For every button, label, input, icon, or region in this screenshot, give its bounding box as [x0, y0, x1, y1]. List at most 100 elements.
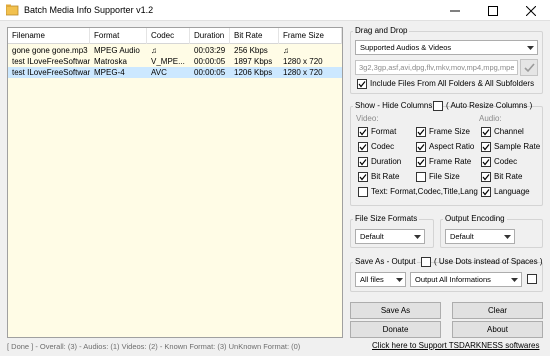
- auto-resize-checkbox[interactable]: [433, 101, 443, 111]
- table-row-selected[interactable]: test ILoveFreeSoftware... MPEG-4 AVC 00:…: [8, 67, 342, 78]
- support-link[interactable]: Click here to Support TSDARKNESS softwar…: [372, 341, 539, 350]
- channel-checkbox[interactable]: [481, 127, 491, 137]
- checkmark-icon: [482, 189, 490, 196]
- cell-frame-size: 1280 x 720: [283, 57, 323, 66]
- columns-title: Show - Hide Columns: [353, 101, 435, 111]
- chevron-down-icon: [504, 235, 511, 239]
- minimize-button[interactable]: [436, 0, 474, 21]
- format-checkbox[interactable]: [358, 127, 368, 137]
- checkmark-icon: [524, 63, 535, 73]
- bit-rate-checkbox[interactable]: [358, 172, 368, 182]
- cell-format: Matroska: [94, 57, 127, 66]
- cell-format: MPEG Audio: [94, 46, 140, 55]
- column-header-frame-size[interactable]: Frame Size: [279, 28, 342, 44]
- file-type-value: Supported Audios & Videos: [360, 43, 452, 52]
- title-bar: Batch Media Info Supporter v1.2: [0, 0, 550, 21]
- use-dots-label: ( Use Dots instead of Spaces ): [434, 257, 543, 266]
- text-info-label: Text: Format,Codec,Title,Lang: [371, 187, 478, 196]
- column-header-format[interactable]: Format: [90, 28, 147, 44]
- cell-frame-size: ♫: [283, 46, 289, 55]
- donate-button[interactable]: Donate: [350, 321, 441, 338]
- checkmark-icon: [359, 159, 367, 166]
- cell-duration: 00:03:29: [194, 46, 226, 55]
- output-encoding-value: Default: [450, 232, 474, 241]
- app-icon: [6, 4, 19, 16]
- checkmark-icon: [482, 144, 490, 151]
- cell-filename: test ILoveFreeSoftware...: [12, 68, 90, 77]
- drag-drop-title: Drag and Drop: [353, 26, 410, 36]
- file-list-header: Filename Format Codec Duration Bit Rate …: [8, 28, 342, 44]
- aspect-ratio-label: Aspect Ratio: [429, 142, 475, 151]
- extensions-field[interactable]: [355, 60, 518, 75]
- files-scope-value: All files: [360, 275, 384, 284]
- use-dots-checkbox[interactable]: [421, 257, 431, 267]
- chevron-down-icon: [396, 278, 403, 282]
- window-title: Batch Media Info Supporter v1.2: [24, 5, 154, 15]
- audio-heading: Audio:: [479, 114, 502, 123]
- clear-button[interactable]: Clear: [452, 302, 543, 319]
- bit-rate-label: Bit Rate: [371, 172, 400, 181]
- table-row[interactable]: gone gone gone.mp3 MPEG Audio ♫ 00:03:29…: [8, 45, 342, 56]
- checkmark-icon: [482, 174, 490, 181]
- checkmark-icon: [417, 129, 425, 136]
- text-info-checkbox[interactable]: [358, 187, 368, 197]
- cell-bit-rate: 256 Kbps: [234, 46, 268, 55]
- include-subfolders-checkbox[interactable]: [357, 79, 367, 89]
- extensions-input[interactable]: [356, 61, 517, 74]
- sample-rate-checkbox[interactable]: [481, 142, 491, 152]
- cell-duration: 00:00:05: [194, 57, 226, 66]
- files-scope-select[interactable]: All files: [355, 272, 406, 287]
- audio-bit-rate-label: Bit Rate: [494, 172, 523, 181]
- checkmark-icon: [417, 159, 425, 166]
- video-heading: Video:: [356, 114, 379, 123]
- close-button[interactable]: [512, 0, 550, 21]
- output-encoding-select[interactable]: Default: [445, 229, 515, 244]
- checkmark-icon: [359, 144, 367, 151]
- column-header-bit-rate[interactable]: Bit Rate: [230, 28, 279, 44]
- cell-duration: 00:00:05: [194, 68, 226, 77]
- frame-size-label: Frame Size: [429, 127, 470, 136]
- frame-size-checkbox[interactable]: [416, 127, 426, 137]
- column-header-codec[interactable]: Codec: [147, 28, 190, 44]
- cell-filename: test ILoveFreeSoftware...: [12, 57, 90, 66]
- close-icon: [526, 5, 536, 16]
- file-type-select[interactable]: Supported Audios & Videos: [355, 40, 538, 55]
- output-type-select[interactable]: Output All Informations: [410, 272, 522, 287]
- output-type-value: Output All Informations: [415, 275, 491, 284]
- aspect-ratio-checkbox[interactable]: [416, 142, 426, 152]
- cell-filename: gone gone gone.mp3: [12, 46, 88, 55]
- codec-checkbox[interactable]: [358, 142, 368, 152]
- audio-bit-rate-checkbox[interactable]: [481, 172, 491, 182]
- about-button[interactable]: About: [452, 321, 543, 338]
- language-checkbox[interactable]: [481, 187, 491, 197]
- apply-extensions-button[interactable]: [520, 59, 538, 76]
- chevron-down-icon: [511, 278, 518, 282]
- chevron-down-icon: [527, 46, 534, 50]
- chevron-down-icon: [414, 235, 421, 239]
- file-list[interactable]: Filename Format Codec Duration Bit Rate …: [7, 27, 343, 338]
- include-subfolders-label: Include Files From All Folders & All Sub…: [370, 79, 535, 88]
- file-size-format-select[interactable]: Default: [355, 229, 425, 244]
- duration-checkbox[interactable]: [358, 157, 368, 167]
- table-row[interactable]: test ILoveFreeSoftware... Matroska V_MPE…: [8, 56, 342, 67]
- output-encoding-title: Output Encoding: [443, 214, 507, 224]
- file-size-checkbox[interactable]: [416, 172, 426, 182]
- save-as-title: Save As - Output: [353, 257, 418, 267]
- checkmark-icon: [359, 174, 367, 181]
- maximize-button[interactable]: [474, 0, 512, 21]
- checkmark-icon: [359, 129, 367, 136]
- save-as-button[interactable]: Save As: [350, 302, 441, 319]
- output-extra-checkbox[interactable]: [527, 274, 537, 284]
- checkmark-icon: [482, 129, 490, 136]
- frame-rate-checkbox[interactable]: [416, 157, 426, 167]
- column-header-duration[interactable]: Duration: [190, 28, 230, 44]
- cell-format: MPEG-4: [94, 68, 125, 77]
- cell-frame-size: 1280 x 720: [283, 68, 323, 77]
- checkmark-icon: [358, 81, 366, 88]
- audio-codec-label: Codec: [494, 157, 518, 166]
- column-header-filename[interactable]: Filename: [8, 28, 90, 44]
- frame-rate-label: Frame Rate: [429, 157, 472, 166]
- channel-label: Channel: [494, 127, 524, 136]
- audio-codec-checkbox[interactable]: [481, 157, 491, 167]
- sample-rate-label: Sample Rate: [494, 142, 541, 151]
